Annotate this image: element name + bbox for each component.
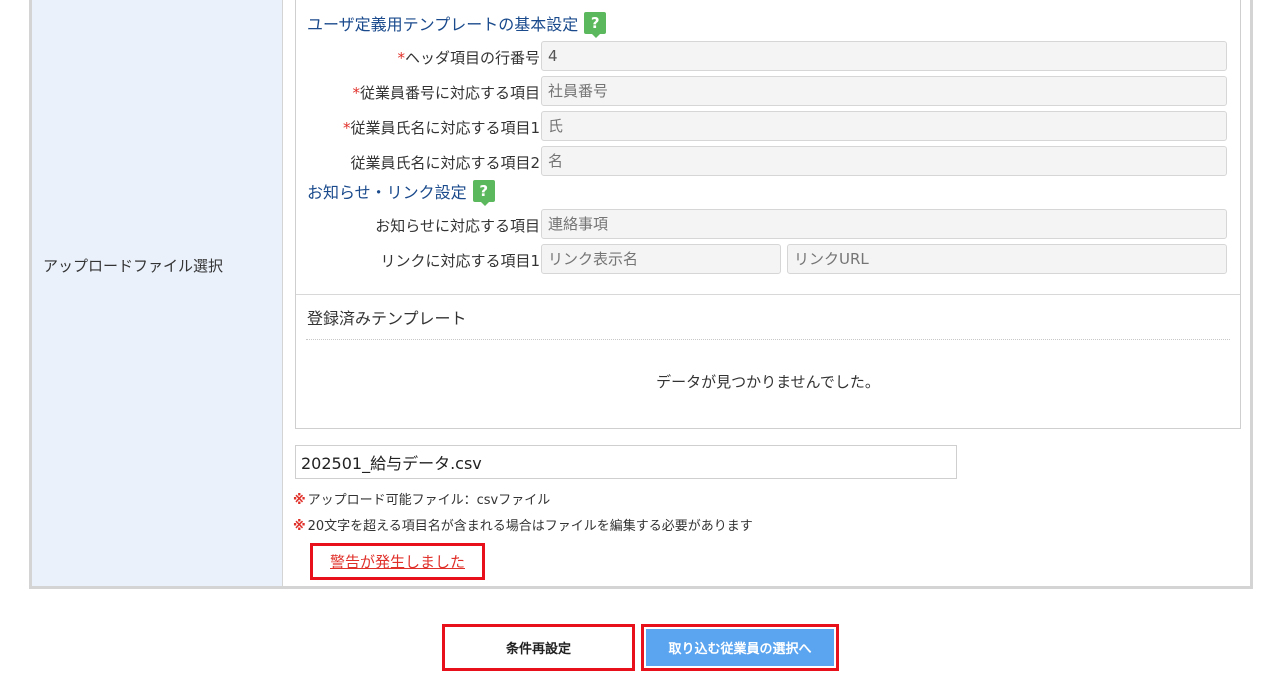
employee-name1-label: *従業員氏名に対応する項目1 xyxy=(343,117,540,138)
section-divider xyxy=(296,294,1240,295)
link-label: リンクに対応する項目1 xyxy=(380,252,540,270)
employee-number-label: *従業員番号に対応する項目 xyxy=(352,82,540,103)
field-row-link: リンクに対応する項目1 xyxy=(296,244,1242,274)
employee-name2-input[interactable] xyxy=(541,146,1227,176)
reset-button-highlight: 条件再設定 xyxy=(442,624,635,671)
help-icon[interactable]: ? xyxy=(472,180,495,206)
reset-conditions-button[interactable]: 条件再設定 xyxy=(445,627,632,668)
employee-number-input[interactable] xyxy=(541,76,1227,106)
field-row-employee-name2: 従業員氏名に対応する項目2 xyxy=(296,146,1242,176)
allowed-file-note: ※ アップロード可能ファイル：csvファイル xyxy=(293,489,550,508)
label-column: アップロードファイル選択 xyxy=(32,0,283,586)
no-data-message: データが見つかりませんでした。 xyxy=(656,373,880,391)
header-line-input[interactable] xyxy=(541,41,1227,71)
employee-name1-label-text: 従業員氏名に対応する項目1 xyxy=(350,119,540,137)
template-section-title: ユーザ定義用テンプレートの基本設定 ? xyxy=(307,11,607,38)
template-section-title-text: ユーザ定義用テンプレートの基本設定 xyxy=(307,15,579,34)
allowed-file-note-text: アップロード可能ファイル：csvファイル xyxy=(307,493,551,508)
dotted-divider xyxy=(306,339,1230,340)
header-line-label-text: ヘッダ項目の行番号 xyxy=(404,49,540,67)
field-row-employee-number: *従業員番号に対応する項目 xyxy=(296,76,1242,106)
next-button-highlight: 取り込む従業員の選択へ xyxy=(641,624,839,671)
employee-number-label-text: 従業員番号に対応する項目 xyxy=(359,84,540,102)
employee-name2-label: 従業員氏名に対応する項目2 xyxy=(350,154,540,172)
help-icon[interactable]: ? xyxy=(584,12,607,38)
link-name-input[interactable] xyxy=(541,244,781,274)
field-row-header-line: *ヘッダ項目の行番号 xyxy=(296,41,1242,71)
length-warning-note: ※ 20文字を超える項目名が含まれる場合はファイルを編集する必要があります xyxy=(293,515,753,534)
registered-templates-title: 登録済みテンプレート xyxy=(307,309,467,328)
employee-name1-input[interactable] xyxy=(541,111,1227,141)
select-employees-button[interactable]: 取り込む従業員の選択へ xyxy=(644,627,836,668)
header-line-label: *ヘッダ項目の行番号 xyxy=(397,47,540,68)
upload-form-panel: アップロードファイル選択 ユーザ定義用テンプレートの基本設定 ? *ヘッダ項目の… xyxy=(29,0,1253,589)
upload-file-label: アップロードファイル選択 xyxy=(43,257,224,275)
upload-file-field[interactable] xyxy=(295,445,957,479)
length-warning-note-text: 20文字を超える項目名が含まれる場合はファイルを編集する必要があります xyxy=(307,519,753,534)
notice-label: お知らせに対応する項目 xyxy=(375,217,540,235)
notice-input[interactable] xyxy=(541,209,1227,239)
note-mark: ※ xyxy=(293,519,306,534)
warning-highlight: 警告が発生しました xyxy=(310,543,485,580)
required-mark: * xyxy=(352,84,360,102)
note-mark: ※ xyxy=(293,493,306,508)
notice-section-title-text: お知らせ・リンク設定 xyxy=(307,183,467,202)
required-mark: * xyxy=(397,49,405,67)
warning-link[interactable]: 警告が発生しました xyxy=(330,551,465,572)
field-row-notice: お知らせに対応する項目 xyxy=(296,209,1242,239)
field-row-employee-name1: *従業員氏名に対応する項目1 xyxy=(296,111,1242,141)
link-url-input[interactable] xyxy=(787,244,1227,274)
notice-section-title: お知らせ・リンク設定 ? xyxy=(307,179,495,206)
template-settings-box: ユーザ定義用テンプレートの基本設定 ? *ヘッダ項目の行番号 *従業員番号に対応… xyxy=(295,0,1241,429)
